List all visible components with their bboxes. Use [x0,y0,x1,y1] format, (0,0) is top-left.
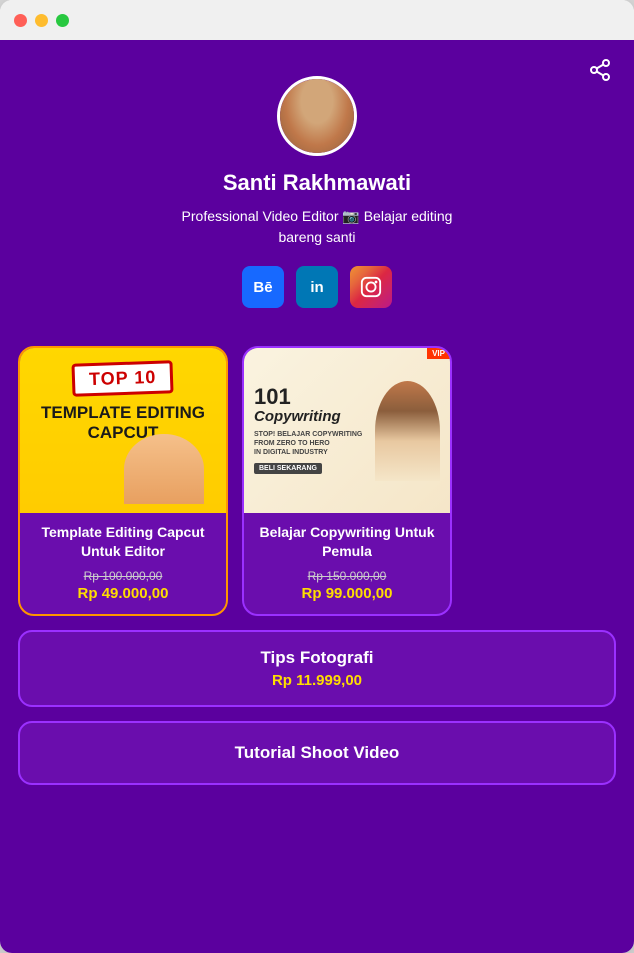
top10-badge: TOP 10 [72,360,174,397]
close-button[interactable] [14,14,27,27]
minimize-button[interactable] [35,14,48,27]
product-info-copywriting: Belajar Copywriting Untuk Pemula Rp 150.… [244,513,450,614]
copy-book-title: Copywriting [254,408,375,426]
titlebar [0,0,634,40]
products-grid: TOP 10 TEMPLATE EDITING CAPCUT Template … [0,346,634,616]
share-button[interactable] [588,58,612,88]
social-links-row: Bē in [242,266,392,308]
linkedin-icon-label: in [310,279,323,296]
profile-name: Santi Rakhmawati [223,170,411,196]
maximize-button[interactable] [56,14,69,27]
copywriting-original-price: Rp 150.000,00 [256,569,438,583]
product-title-copywriting: Belajar Copywriting Untuk Pemula [256,523,438,561]
product-info-capcut: Template Editing Capcut Untuk Editor Rp … [20,513,226,614]
copy-subtitle: STOP! BELAJAR COPYWRITINGFROM ZERO TO HE… [254,430,375,457]
bio-prefix: Professional Video Editor [182,208,339,224]
copywriting-text-block: 101 Copywriting STOP! BELAJAR COPYWRITIN… [254,386,375,475]
instagram-link[interactable] [350,266,392,308]
behance-link[interactable]: Bē [242,266,284,308]
app-window: Santi Rakhmawati Professional Video Edit… [0,0,634,953]
avatar [277,76,357,156]
behance-icon-label: Bē [253,279,272,296]
capcut-person-silhouette [124,434,204,504]
tips-fotografi-price: Rp 11.999,00 [40,672,594,689]
capcut-discounted-price: Rp 49.000,00 [32,585,214,602]
copywriting-discounted-price: Rp 99.000,00 [256,585,438,602]
capcut-original-price: Rp 100.000,00 [32,569,214,583]
copy-number: 101 [254,386,375,408]
product-thumbnail-capcut: TOP 10 TEMPLATE EDITING CAPCUT [20,348,226,513]
profile-section: Santi Rakhmawati Professional Video Edit… [0,40,634,346]
copywriting-person-silhouette [375,381,440,481]
tutorial-shoot-video-title: Tutorial Shoot Video [40,743,594,763]
tips-fotografi-item[interactable]: Tips Fotografi Rp 11.999,00 [18,630,616,707]
vip-badge: VIP [427,348,450,359]
product-title-capcut: Template Editing Capcut Untuk Editor [32,523,214,561]
profile-bio: Professional Video Editor 📷 Belajar edit… [147,206,487,248]
product-thumbnail-copywriting: VIP 101 Copywriting STOP! BELAJAR COPYWR… [244,348,450,513]
copy-cta-button: BELI SEKARANG [254,463,322,474]
avatar-image [280,79,354,153]
tutorial-shoot-video-item[interactable]: Tutorial Shoot Video [18,721,616,785]
bio-emoji: 📷 [342,208,363,224]
product-card-copywriting[interactable]: VIP 101 Copywriting STOP! BELAJAR COPYWR… [242,346,452,616]
instagram-icon [360,276,382,298]
product-card-capcut[interactable]: TOP 10 TEMPLATE EDITING CAPCUT Template … [18,346,228,616]
app-body: Santi Rakhmawati Professional Video Edit… [0,40,634,953]
tips-fotografi-title: Tips Fotografi [40,648,594,668]
linkedin-link[interactable]: in [296,266,338,308]
